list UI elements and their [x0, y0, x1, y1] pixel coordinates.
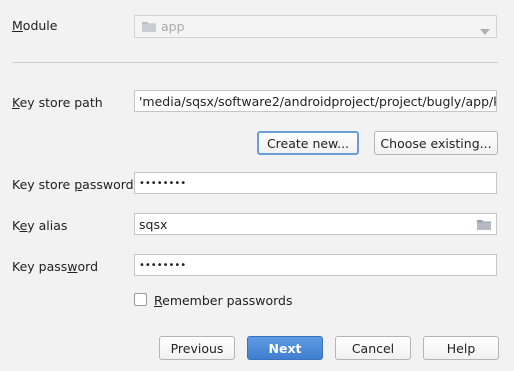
- key-password-value: ••••••••: [139, 259, 187, 271]
- keystore-path-value: 'media/sqsx/software2/androidproject/pro…: [139, 93, 497, 109]
- choose-existing-label: Choose existing...: [380, 135, 492, 151]
- module-label: Module: [12, 18, 58, 33]
- cancel-button[interactable]: Cancel: [335, 336, 411, 360]
- key-password-label: Key password: [12, 259, 99, 274]
- remember-passwords-label[interactable]: Remember passwords: [154, 293, 292, 308]
- remember-passwords-checkbox[interactable]: [134, 293, 147, 306]
- key-alias-label: Key alias: [12, 218, 68, 233]
- key-alias-value: sqsx: [139, 216, 168, 232]
- separator: [12, 62, 498, 63]
- create-new-button[interactable]: Create new...: [257, 131, 359, 155]
- keystore-path-label: Key store path: [12, 95, 103, 110]
- module-value: app: [161, 19, 185, 34]
- module-dropdown[interactable]: app: [134, 15, 497, 38]
- folder-icon: [141, 20, 157, 33]
- previous-label: Previous: [170, 340, 224, 356]
- keystore-password-input[interactable]: ••••••••: [134, 172, 497, 194]
- keystore-password-value: ••••••••: [139, 177, 187, 189]
- folder-icon[interactable]: [476, 218, 492, 234]
- key-alias-input[interactable]: sqsx: [134, 213, 497, 235]
- choose-existing-button[interactable]: Choose existing...: [374, 131, 498, 155]
- help-button[interactable]: Help: [423, 336, 499, 360]
- cancel-label: Cancel: [351, 340, 395, 356]
- keystore-password-label: Key store password: [12, 177, 134, 192]
- keystore-path-input[interactable]: 'media/sqsx/software2/androidproject/pro…: [134, 90, 497, 112]
- key-password-input[interactable]: ••••••••: [134, 254, 497, 276]
- create-new-label: Create new...: [266, 135, 350, 151]
- next-button[interactable]: Next: [247, 336, 323, 360]
- chevron-down-icon: [480, 23, 490, 38]
- previous-button[interactable]: Previous: [159, 336, 235, 360]
- next-label: Next: [268, 340, 302, 356]
- help-label: Help: [446, 340, 476, 356]
